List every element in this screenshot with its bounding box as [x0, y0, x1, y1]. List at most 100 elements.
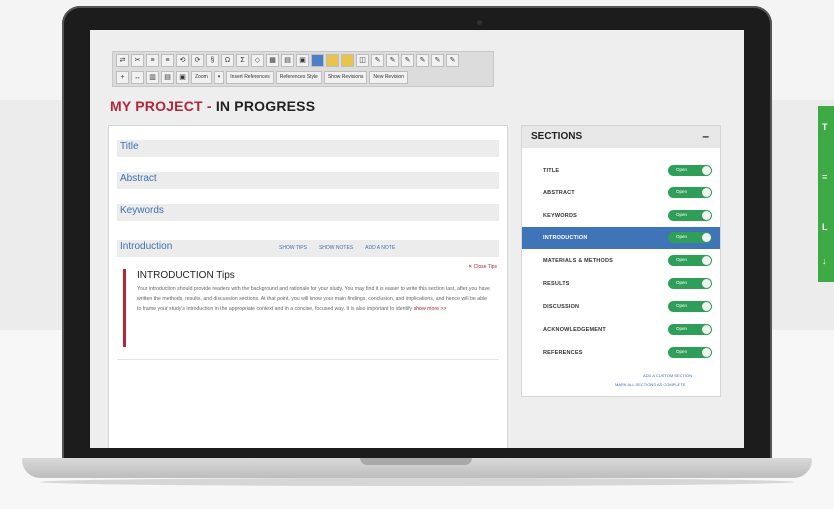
toggle-text: Open	[676, 167, 688, 172]
table-icon[interactable]: ▦	[266, 54, 279, 67]
sigma-icon[interactable]: Σ	[236, 54, 249, 67]
section-toggle[interactable]: Open	[668, 165, 712, 176]
section-toggle[interactable]: Open	[668, 324, 712, 335]
section-label: KEYWORDS	[543, 213, 577, 219]
document-editor: Title Abstract Keywords Introduction SHO…	[108, 125, 508, 448]
redo-icon[interactable]: ⟳	[191, 54, 204, 67]
comment-icon[interactable]	[341, 54, 354, 67]
add-icon[interactable]: +	[116, 71, 129, 84]
section-toggle[interactable]: Open	[668, 232, 712, 243]
accept-icon[interactable]: ✎	[401, 54, 414, 67]
media-icon[interactable]: ▣	[296, 54, 309, 67]
section-toggle[interactable]: Open	[668, 301, 712, 312]
figure-icon[interactable]: ▣	[176, 71, 189, 84]
show-tips-link[interactable]: SHOW TIPS	[279, 245, 307, 251]
section-label: ABSTRACT	[543, 190, 575, 196]
tips-accent-bar	[123, 269, 126, 347]
side-tab-glyph: L	[822, 222, 828, 232]
section-item-materials-methods[interactable]: MATERIALS & METHODS Open	[522, 250, 720, 272]
next-change-icon[interactable]: ✎	[431, 54, 444, 67]
introduction-actions: SHOW TIPS SHOW NOTES ADD A NOTE	[279, 245, 395, 251]
table-insert-icon[interactable]: ▥	[146, 71, 159, 84]
sections-panel: SECTIONS – TITLE Open ABSTRACT Open KEYW…	[521, 125, 721, 397]
introduction-field[interactable]: Introduction SHOW TIPS SHOW NOTES ADD A …	[117, 240, 499, 257]
list-numbered-icon[interactable]: ≡	[161, 54, 174, 67]
edit-icon[interactable]: ✎	[371, 54, 384, 67]
new-revision-button[interactable]: New Revision	[369, 71, 408, 84]
show-notes-link[interactable]: SHOW NOTES	[319, 245, 353, 251]
add-note-link[interactable]: ADD A NOTE	[365, 245, 395, 251]
section-label: REFERENCES	[543, 350, 583, 356]
resize-icon[interactable]: ↔	[131, 71, 144, 84]
laptop-shadow	[40, 478, 794, 486]
side-tab[interactable]: T = L ↓	[818, 106, 834, 282]
laptop-base-lip	[360, 458, 472, 465]
section-item-keywords[interactable]: KEYWORDS Open	[522, 205, 720, 227]
section-item-title[interactable]: TITLE Open	[522, 160, 720, 182]
section-toggle[interactable]: Open	[668, 187, 712, 198]
toggle-knob	[702, 325, 711, 334]
toolbar-row-1: ⇄ ✂ ≡ ≡ ⟲ ⟳ § Ω Σ ◇ ▦ ▤ ▣ ◫ ✎ ✎ ✎ ✎ ✎ ✎	[113, 52, 493, 69]
section-label: DISCUSSION	[543, 304, 580, 310]
section-toggle[interactable]: Open	[668, 255, 712, 266]
section-item-discussion[interactable]: DISCUSSION Open	[522, 296, 720, 318]
save-icon[interactable]	[311, 54, 324, 67]
toggle-knob	[702, 233, 711, 242]
section-item-results[interactable]: RESULTS Open	[522, 273, 720, 295]
section-item-introduction[interactable]: INTRODUCTION Open	[522, 227, 720, 249]
paragraph-icon[interactable]: §	[206, 54, 219, 67]
toggle-knob	[702, 279, 711, 288]
references-style-button[interactable]: References Style	[275, 71, 322, 84]
project-name: MY PROJECT	[110, 98, 203, 114]
undo-icon[interactable]: ⟲	[176, 54, 189, 67]
section-item-references[interactable]: REFERENCES Open	[522, 342, 720, 364]
keywords-field[interactable]: Keywords	[117, 204, 499, 221]
camera-icon	[477, 20, 482, 25]
abstract-field[interactable]: Abstract	[117, 172, 499, 189]
add-custom-section-link[interactable]: ADD A CUSTOM SECTION	[643, 373, 692, 378]
toggle-knob	[702, 188, 711, 197]
collapse-button[interactable]: –	[702, 129, 709, 143]
format-icon[interactable]: ⇄	[116, 54, 129, 67]
toggle-text: Open	[676, 212, 688, 217]
reject-icon[interactable]: ✎	[416, 54, 429, 67]
chart-icon[interactable]: ▤	[161, 71, 174, 84]
title-field[interactable]: Title	[117, 140, 499, 157]
section-toggle[interactable]: Open	[668, 347, 712, 358]
toggle-text: Open	[676, 349, 688, 354]
app-screen: ⇄ ✂ ≡ ≡ ⟲ ⟳ § Ω Σ ◇ ▦ ▤ ▣ ◫ ✎ ✎ ✎ ✎ ✎ ✎ …	[90, 30, 744, 448]
section-item-acknowledgement[interactable]: ACKNOWLEDGEMENT Open	[522, 319, 720, 341]
prev-change-icon[interactable]: ✎	[446, 54, 459, 67]
zoom-select[interactable]: Zoom	[191, 71, 212, 84]
show-revisions-button[interactable]: Show Revisions	[323, 71, 368, 84]
sections-title: SECTIONS	[531, 131, 583, 142]
toolbar-row-2: + ↔ ▥ ▤ ▣ Zoom ▾ Insert References Refer…	[113, 69, 493, 86]
section-toggle[interactable]: Open	[668, 210, 712, 221]
show-more-link[interactable]: show more >>	[414, 306, 447, 312]
section-label: ACKNOWLEDGEMENT	[543, 327, 606, 333]
toggle-text: Open	[676, 303, 688, 308]
side-tab-glyph: ↓	[822, 256, 827, 266]
abstract-field-label: Abstract	[120, 173, 157, 184]
omega-icon[interactable]: Ω	[221, 54, 234, 67]
zoom-dropdown-icon[interactable]: ▾	[213, 71, 225, 84]
image-icon[interactable]: ▤	[281, 54, 294, 67]
section-item-abstract[interactable]: ABSTRACT Open	[522, 182, 720, 204]
toggle-knob	[702, 348, 711, 357]
section-label: INTRODUCTION	[543, 235, 588, 241]
highlight-icon[interactable]	[326, 54, 339, 67]
toggle-text: Open	[676, 326, 688, 331]
tips-title: INTRODUCTION Tips	[137, 270, 235, 281]
side-tab-glyph: T	[822, 122, 828, 132]
insert-references-button[interactable]: Insert References	[226, 71, 274, 84]
editor-toolbar: ⇄ ✂ ≡ ≡ ⟲ ⟳ § Ω Σ ◇ ▦ ▤ ▣ ◫ ✎ ✎ ✎ ✎ ✎ ✎ …	[112, 51, 494, 87]
cut-icon[interactable]: ✂	[131, 54, 144, 67]
mark-all-complete-link[interactable]: MARK ALL SECTIONS AS COMPLETE	[615, 382, 685, 387]
introduction-field-label: Introduction	[120, 241, 173, 252]
section-toggle[interactable]: Open	[668, 278, 712, 289]
track-icon[interactable]: ✎	[386, 54, 399, 67]
tips-body: Your introduction should provide readers…	[137, 284, 492, 314]
shape-icon[interactable]: ◇	[251, 54, 264, 67]
copy-icon[interactable]: ◫	[356, 54, 369, 67]
list-icon[interactable]: ≡	[146, 54, 159, 67]
